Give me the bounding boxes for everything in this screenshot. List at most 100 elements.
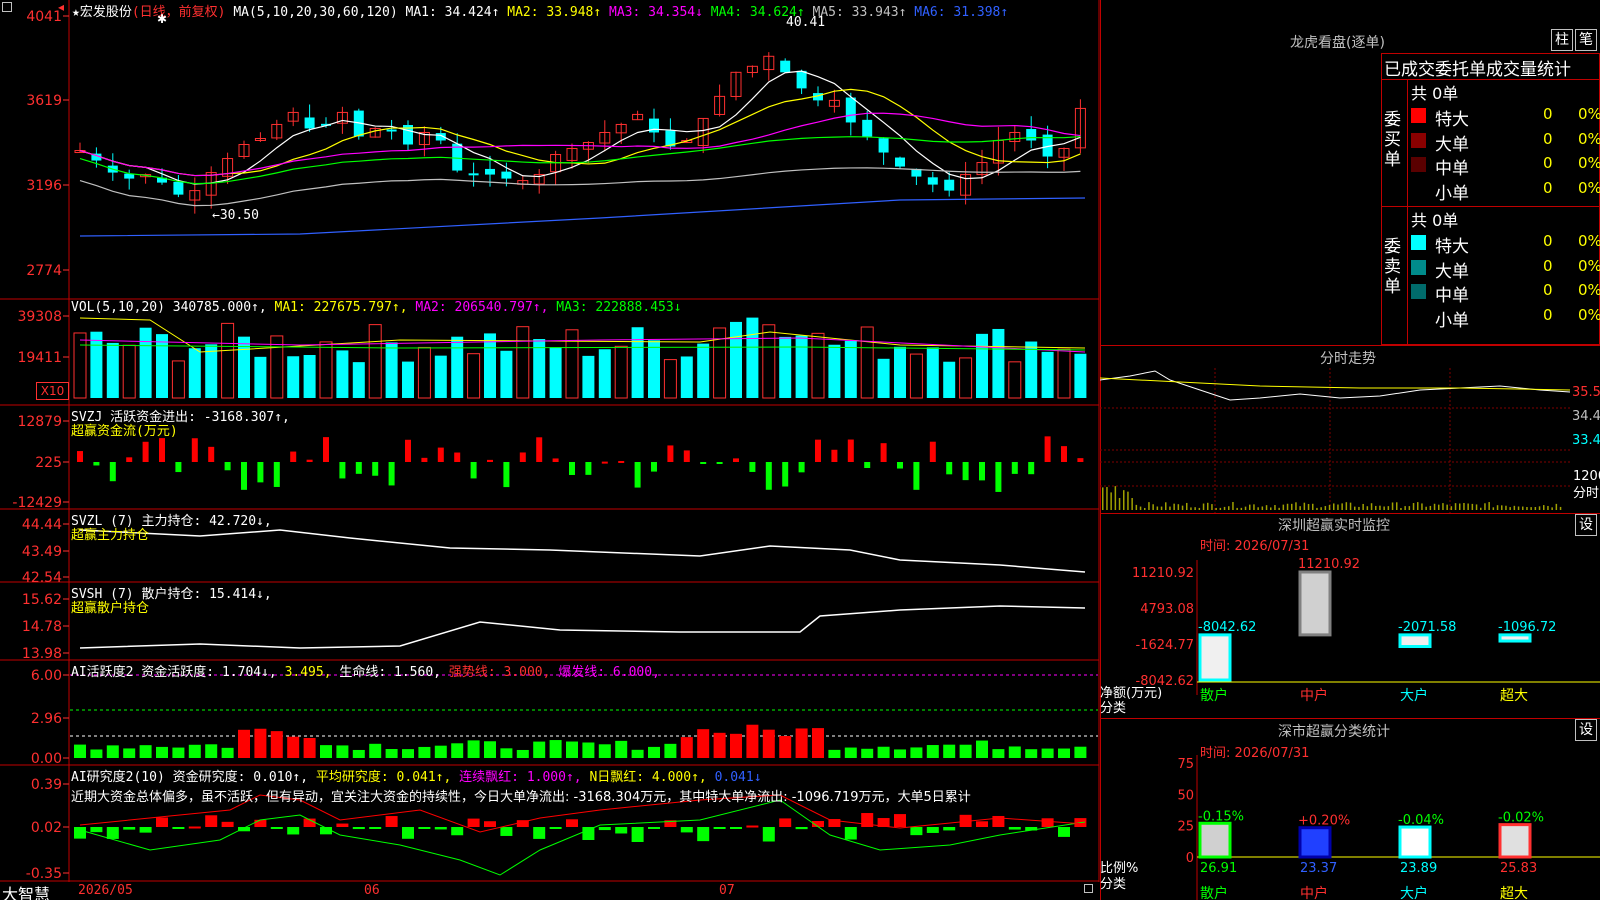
volume-bar: [238, 336, 250, 398]
volume-header: VOL(5,10,20) 340785.000↑, MA1: 227675.79…: [71, 300, 682, 315]
research-bar: [418, 827, 431, 829]
volume-bar: [139, 327, 152, 398]
research-bar: [598, 827, 611, 831]
research-bar: [402, 827, 414, 839]
volume-bar: [1008, 361, 1022, 399]
flow-bar: [700, 462, 707, 464]
intraday-title: 分时走势: [1320, 351, 1376, 367]
chart-menu-icon[interactable]: [2, 2, 12, 12]
flow-bar: [388, 462, 395, 486]
research-bar: [894, 814, 906, 827]
intraday-volume-bar: [1303, 502, 1306, 510]
sell-row-name: 小单: [1435, 310, 1469, 331]
research-bar: [549, 827, 562, 829]
intraday-chart[interactable]: 35.54 34.49 33.44 12007 分时: [1100, 368, 1600, 513]
research-bar: [976, 821, 988, 827]
intraday-volume-bar: [1366, 506, 1369, 510]
buy-row-name: 小单: [1435, 183, 1469, 204]
candle-body-down: [862, 119, 873, 137]
buy-total: 共 0单: [1411, 84, 1459, 103]
szc-y-tick: 0: [1186, 851, 1194, 866]
sell-swatch: [1411, 259, 1426, 275]
intraday-volume-bar: [1509, 507, 1511, 510]
research-bar: [582, 827, 595, 840]
flow-bar: [716, 462, 723, 464]
flow-bar: [487, 459, 493, 462]
flow-bar: [651, 462, 657, 472]
activity-bar: [631, 749, 644, 758]
svzl-tick: 44.44: [22, 517, 62, 533]
volume-bar: [614, 345, 628, 399]
main-chart-area[interactable]: 4041 3619 3196 2774 39308 19411 12879 225 -12429…: [0, 0, 1100, 900]
volume-bar: [811, 332, 825, 399]
volume-bar: [156, 334, 168, 398]
activity-bar: [582, 742, 595, 758]
sz-class-settings-button[interactable]: 设: [1575, 719, 1597, 741]
activity-bar: [910, 747, 923, 758]
flow-bar: [355, 462, 362, 474]
intraday-volume-bar: [1358, 506, 1360, 510]
volume-bar: [171, 360, 185, 399]
intraday-volume-bar: [1110, 492, 1112, 510]
period-label[interactable]: (日线，前复权): [132, 5, 226, 20]
intraday-volume-bar: [1324, 506, 1327, 510]
flow-bar: [1011, 462, 1018, 474]
candle-body-down: [304, 117, 315, 129]
activity-bar: [418, 746, 431, 758]
svsh-tick: 13.98: [22, 646, 62, 662]
flow-bar: [847, 439, 854, 462]
buy-swatch: [1411, 108, 1426, 123]
intraday-volume-bar: [1228, 506, 1230, 510]
sz-monitor-unit-b: 分类: [1100, 701, 1127, 716]
volume-bar: [844, 340, 857, 398]
pin-icon[interactable]: ◂: [58, 0, 64, 14]
volume-bar: [680, 356, 693, 398]
ma-value-5: MA5: 33.943↑: [812, 5, 915, 20]
flow-bar: [897, 462, 903, 469]
intraday-volume-bar: [1278, 507, 1280, 510]
flow-bar: [782, 462, 789, 487]
intraday-volume-bar: [1559, 506, 1562, 510]
activity-bar: [451, 743, 464, 758]
intraday-volume-bar: [1102, 487, 1104, 510]
activity-bar: [746, 724, 759, 758]
research-bar: [779, 818, 792, 827]
favorite-star-icon[interactable]: ★: [72, 5, 80, 20]
intraday-volume-bar: [1286, 503, 1289, 510]
flow-bar: [946, 462, 953, 475]
volume-bar: [122, 344, 136, 399]
szc-change-label: -0.02%: [1498, 811, 1544, 826]
activity-bar: [795, 728, 808, 758]
candle-body-down: [173, 181, 184, 195]
flow-bar: [503, 462, 510, 488]
research-bar: [1058, 827, 1070, 837]
scroll-lock-icon[interactable]: [1084, 884, 1093, 893]
svsh-tick: 15.62: [22, 592, 62, 608]
activity-bar: [943, 744, 956, 758]
sz-bar: [1498, 633, 1532, 643]
volume-bar: [877, 358, 890, 398]
sz-monitor-settings-button[interactable]: 设: [1575, 514, 1597, 536]
flow-bar: [290, 451, 297, 462]
flow-bar: [1044, 436, 1051, 462]
high-price-marker: 40.41: [786, 15, 826, 30]
activity-bar: [697, 729, 710, 758]
bar-mode-button[interactable]: 柱: [1551, 29, 1573, 51]
sz-y-tick: 11210.92: [1132, 566, 1194, 581]
intraday-volume-bar: [1412, 503, 1415, 510]
szc-bar: [1198, 821, 1232, 859]
buy-swatch: [1411, 132, 1426, 148]
candle-body-down: [878, 138, 889, 153]
intraday-volume-bar: [1240, 507, 1243, 510]
research-bar: [451, 827, 464, 836]
intraday-volume-bar: [1198, 507, 1201, 510]
intraday-volume-bar: [1408, 506, 1411, 510]
flow-bar: [880, 443, 887, 462]
intraday-volume-bar: [1391, 502, 1394, 510]
flow-bar: [585, 462, 592, 475]
active-tick: 6.00: [31, 668, 62, 684]
tick-mode-button[interactable]: 笔: [1575, 29, 1597, 51]
activity-bar: [270, 731, 283, 758]
activity-bar: [1008, 746, 1021, 758]
volume-ma-values: MA1: 227675.797↑, MA2: 206540.797↑, MA3:…: [275, 300, 682, 315]
